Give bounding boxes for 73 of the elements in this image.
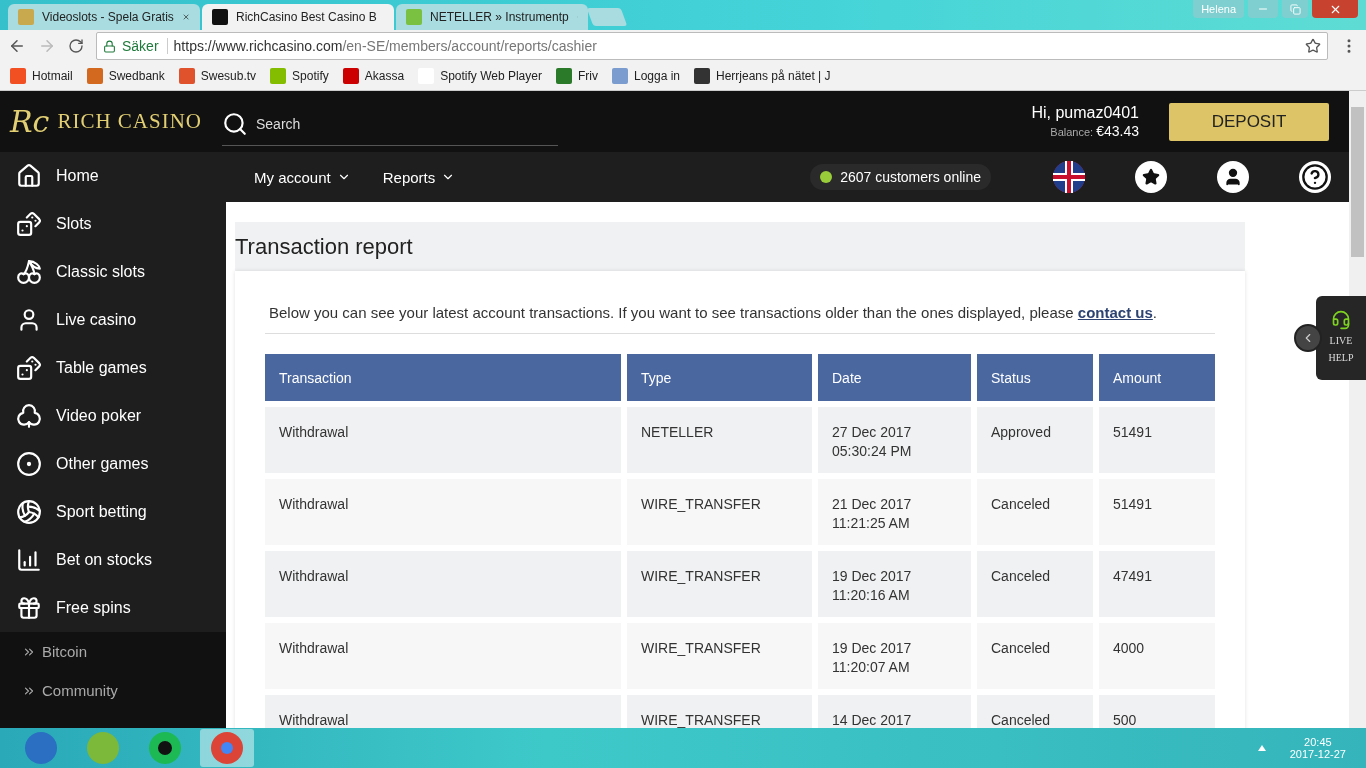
table-cell: 14 Dec 2017 [818,695,971,728]
live-help-button[interactable]: LIVE HELP [1316,296,1366,380]
bookmark-item[interactable]: Spotify [270,68,329,84]
table-cell: 19 Dec 2017 11:20:07 AM [818,623,971,689]
table-cell: Canceled [977,551,1093,617]
sidebar-item[interactable]: Free spins [0,584,226,632]
sidebar-item[interactable]: Slots [0,200,226,248]
address-field[interactable]: Säker https://www.richcasino.com/en-SE/members/account/reports/cashier [96,32,1328,60]
nav-menu[interactable]: My account [254,168,351,186]
table-cell: WIRE_TRANSFER [627,623,812,689]
logo-monogram: Rc [10,104,50,139]
table-cell: Canceled [977,623,1093,689]
table-cell: Withdrawal [265,623,621,689]
table-cell: 19 Dec 2017 11:20:16 AM [818,551,971,617]
table-cell: Withdrawal [265,551,621,617]
sidebar-item[interactable]: Video poker [0,392,226,440]
nav-menu[interactable]: Reports [382,168,456,186]
online-counter: 2607 customers online [810,164,991,190]
table-cell: WIRE_TRANSFER [627,479,812,545]
table-cell: 51491 [1099,407,1215,473]
deposit-button[interactable]: DEPOSIT [1169,102,1329,141]
sidebar-item[interactable]: Bet on stocks [0,536,226,584]
table-cell: Withdrawal [265,695,621,728]
bookmark-item[interactable]: Swedbank [86,68,165,84]
sidebar-item[interactable]: Live casino [0,296,226,344]
table-cell: WIRE_TRANSFER [627,551,812,617]
secure-label: Säker [122,38,168,54]
bookmark-item[interactable]: Hotmail [10,68,73,84]
sidebar-subitem[interactable]: Community [0,671,226,710]
contact-link[interactable]: contact us [1077,304,1153,321]
sidebar-item[interactable]: Classic slots [0,248,226,296]
table-cell: Withdrawal [265,479,621,545]
table-cell: NETELLER [627,407,812,473]
sidebar-subitem[interactable]: Bitcoin [0,632,226,671]
url-text: https://www.richcasino.com/en-SE/members/account/reports/cashier [173,38,598,54]
table-cell: Withdrawal [265,407,621,473]
table-cell: Canceled [977,695,1093,728]
logo-text: RICH CASINO [57,109,202,134]
sidebar-item[interactable]: Home [0,152,226,200]
bookmark-item[interactable]: Herrjeans på nätet | J [694,68,831,84]
browser-tab[interactable]: RichCasino Best Casino B [202,4,394,30]
column-header: Amount [1099,354,1215,401]
bookmark-item[interactable]: Swesub.tv [178,68,257,84]
browser-tab[interactable]: Videoslots - Spela Gratis [8,4,200,30]
table-cell: Approved [977,407,1093,473]
column-header: Date [818,354,971,401]
page-title: Transaction report [235,233,413,260]
table-cell: 4000 [1099,623,1215,689]
tab-title: Videoslots - Spela Gratis [42,10,174,24]
greeting: Hi, pumaz0401 [1031,103,1139,122]
sidebar-item[interactable]: Sport betting [0,488,226,536]
column-header: Status [977,354,1093,401]
browser-tab[interactable]: NETELLER » Instrumentp [396,4,588,30]
bookmark-item[interactable]: Logga in [611,68,680,84]
table-cell: 21 Dec 2017 11:21:25 AM [818,479,971,545]
intro-text: Below you can see your latest account transactions. If you want to see transactions older than the ones displayed, please contact us. [268,303,1158,323]
table-cell: 47491 [1099,551,1215,617]
table-cell: 51491 [1099,479,1215,545]
bookmark-item[interactable]: Friv [555,68,598,84]
tab-title: NETELLER » Instrumentp [430,10,569,24]
sidebar-item[interactable]: Table games [0,344,226,392]
bookmark-item[interactable]: Spotify Web Player [418,68,542,84]
column-header: Transaction [265,354,621,401]
column-header: Type [627,354,812,401]
search-field[interactable]: Search [222,103,558,146]
table-cell: 500 [1099,695,1215,728]
table-cell: WIRE_TRANSFER [627,695,812,728]
sidebar-item[interactable]: Other games [0,440,226,488]
balance: Balance: €43.43 [1050,121,1139,140]
table-cell: 27 Dec 2017 05:30:24 PM [818,407,971,473]
bookmark-item[interactable]: Akassa [342,68,405,84]
tab-title: RichCasino Best Casino B [236,10,377,24]
table-cell: Canceled [977,479,1093,545]
